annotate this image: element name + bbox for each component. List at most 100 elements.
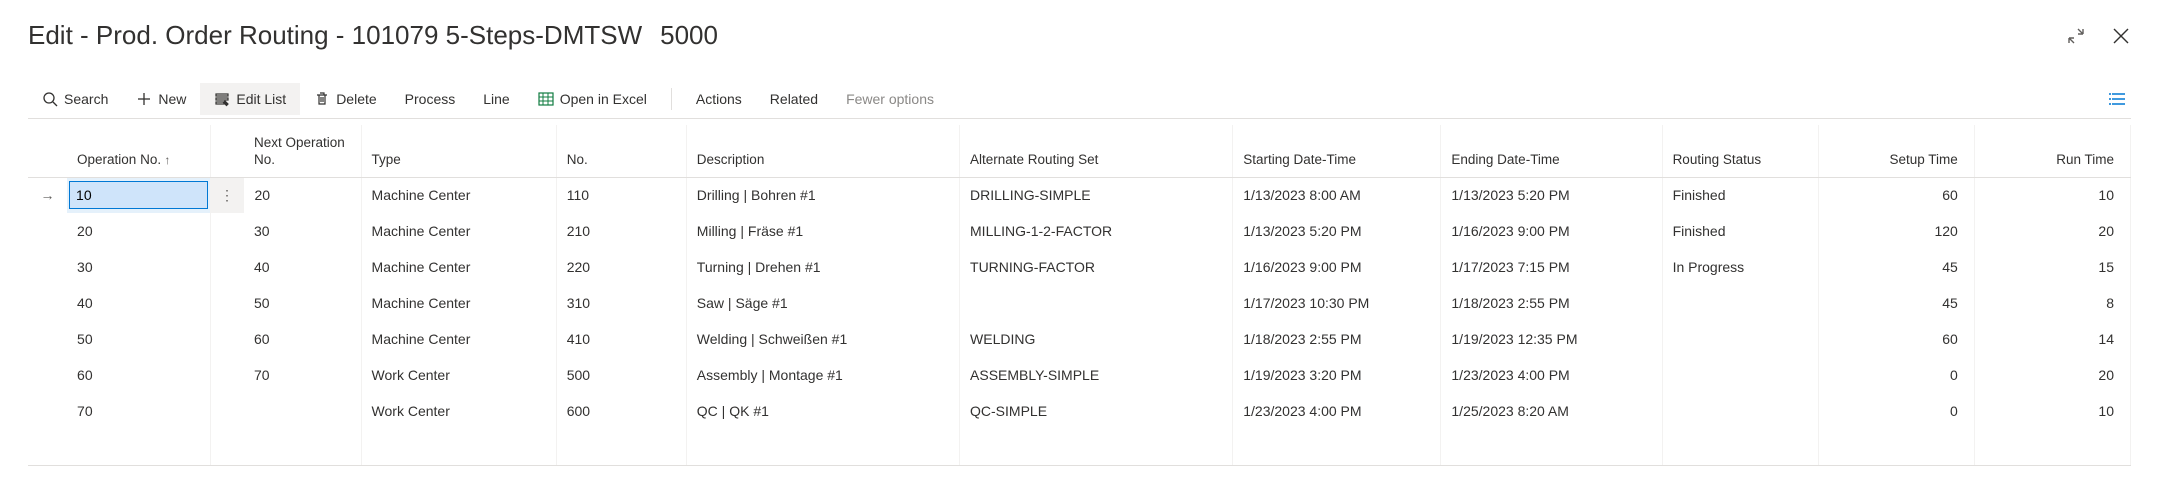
col-setup[interactable]: Setup Time xyxy=(1818,125,1974,177)
cell-run[interactable]: 10 xyxy=(1974,177,2130,213)
cell-description[interactable]: Welding | Schweißen #1 xyxy=(686,321,959,357)
cell-setup[interactable]: 60 xyxy=(1818,177,1974,213)
cell-start[interactable]: 1/18/2023 2:55 PM xyxy=(1233,321,1441,357)
cell-next-op[interactable]: 20 xyxy=(244,177,361,213)
cell-next-op[interactable]: 50 xyxy=(244,285,361,321)
edit-list-button[interactable]: Edit List xyxy=(200,83,300,115)
cell-end[interactable]: 1/13/2023 5:20 PM xyxy=(1441,177,1662,213)
cell-type[interactable]: Machine Center xyxy=(361,177,556,213)
new-button[interactable]: New xyxy=(122,83,200,115)
cell-no[interactable]: 410 xyxy=(556,321,686,357)
table-row[interactable]: 4050Machine Center310Saw | Säge #11/17/2… xyxy=(28,285,2131,321)
cell-alt-routing[interactable]: QC-SIMPLE xyxy=(960,393,1233,429)
cell-no[interactable]: 210 xyxy=(556,213,686,249)
col-status[interactable]: Routing Status xyxy=(1662,125,1818,177)
cell-run[interactable]: 14 xyxy=(1974,321,2130,357)
cell-status[interactable]: Finished xyxy=(1662,213,1818,249)
cell-alt-routing[interactable]: TURNING-FACTOR xyxy=(960,249,1233,285)
cell-status[interactable] xyxy=(1662,285,1818,321)
table-row[interactable]: 70Work Center600QC | QK #1QC-SIMPLE1/23/… xyxy=(28,393,2131,429)
cell-end[interactable]: 1/16/2023 9:00 PM xyxy=(1441,213,1662,249)
col-run[interactable]: Run Time xyxy=(1974,125,2130,177)
fewer-options-button[interactable]: Fewer options xyxy=(832,83,948,115)
cell-no[interactable]: 110 xyxy=(556,177,686,213)
cell-description[interactable]: Turning | Drehen #1 xyxy=(686,249,959,285)
cell-alt-routing[interactable]: WELDING xyxy=(960,321,1233,357)
col-no[interactable]: No. xyxy=(556,125,686,177)
cell-setup[interactable]: 45 xyxy=(1818,249,1974,285)
cell-setup[interactable]: 0 xyxy=(1818,357,1974,393)
cell-type[interactable]: Machine Center xyxy=(361,249,556,285)
cell-operation-no[interactable]: 20 xyxy=(67,213,210,249)
cell-next-op[interactable]: 30 xyxy=(244,213,361,249)
cell-start[interactable]: 1/13/2023 8:00 AM xyxy=(1233,177,1441,213)
cell-type[interactable]: Work Center xyxy=(361,393,556,429)
col-operation-no[interactable]: Operation No. xyxy=(67,125,210,177)
cell-status[interactable] xyxy=(1662,321,1818,357)
collapse-icon[interactable] xyxy=(2067,27,2085,45)
row-menu-button[interactable]: ⋮ xyxy=(210,177,244,213)
table-row[interactable]: 20 30Machine Center210Milling | Fräse #1M… xyxy=(28,213,2131,249)
process-button[interactable]: Process xyxy=(391,83,470,115)
cell-status[interactable] xyxy=(1662,393,1818,429)
cell-start[interactable]: 1/19/2023 3:20 PM xyxy=(1233,357,1441,393)
cell-description[interactable]: Saw | Säge #1 xyxy=(686,285,959,321)
cell-status[interactable] xyxy=(1662,357,1818,393)
row-menu-button[interactable] xyxy=(210,285,244,321)
cell-description[interactable]: Milling | Fräse #1 xyxy=(686,213,959,249)
cell-no[interactable]: 220 xyxy=(556,249,686,285)
cell-alt-routing[interactable]: DRILLING-SIMPLE xyxy=(960,177,1233,213)
cell-start[interactable]: 1/17/2023 10:30 PM xyxy=(1233,285,1441,321)
cell-end[interactable]: 1/23/2023 4:00 PM xyxy=(1441,357,1662,393)
delete-button[interactable]: Delete xyxy=(300,83,390,115)
operation-no-input[interactable] xyxy=(69,181,208,209)
cell-setup[interactable]: 0 xyxy=(1818,393,1974,429)
cell-operation-no[interactable]: 40 xyxy=(67,285,210,321)
cell-description[interactable]: Drilling | Bohren #1 xyxy=(686,177,959,213)
cell-operation-no[interactable]: 30 xyxy=(67,249,210,285)
cell-run[interactable]: 20 xyxy=(1974,357,2130,393)
cell-alt-routing[interactable]: MILLING-1-2-FACTOR xyxy=(960,213,1233,249)
cell-run[interactable]: 8 xyxy=(1974,285,2130,321)
cell-next-op[interactable]: 40 xyxy=(244,249,361,285)
table-row[interactable]: 50 60Machine Center410Welding | Schweißen… xyxy=(28,321,2131,357)
cell-start[interactable]: 1/16/2023 9:00 PM xyxy=(1233,249,1441,285)
cell-operation-no[interactable] xyxy=(67,177,210,213)
row-menu-button[interactable] xyxy=(210,393,244,429)
cell-type[interactable]: Machine Center xyxy=(361,285,556,321)
line-button[interactable]: Line xyxy=(469,83,523,115)
cell-status[interactable]: Finished xyxy=(1662,177,1818,213)
row-menu-button[interactable] xyxy=(210,357,244,393)
cell-end[interactable]: 1/19/2023 12:35 PM xyxy=(1441,321,1662,357)
cell-no[interactable]: 500 xyxy=(556,357,686,393)
row-menu-button[interactable] xyxy=(210,213,244,249)
cell-next-op[interactable]: 60 xyxy=(244,321,361,357)
cell-operation-no[interactable]: 60 xyxy=(67,357,210,393)
cell-run[interactable]: 15 xyxy=(1974,249,2130,285)
cell-type[interactable]: Machine Center xyxy=(361,213,556,249)
search-button[interactable]: Search xyxy=(28,83,122,115)
table-row[interactable]: 30 40Machine Center220Turning | Drehen #1… xyxy=(28,249,2131,285)
list-view-button[interactable] xyxy=(2095,83,2131,115)
cell-start[interactable]: 1/13/2023 5:20 PM xyxy=(1233,213,1441,249)
cell-end[interactable]: 1/17/2023 7:15 PM xyxy=(1441,249,1662,285)
cell-operation-no[interactable]: 50 xyxy=(67,321,210,357)
cell-start[interactable]: 1/23/2023 4:00 PM xyxy=(1233,393,1441,429)
cell-setup[interactable]: 45 xyxy=(1818,285,1974,321)
table-row-empty[interactable] xyxy=(28,429,2131,465)
cell-type[interactable]: Machine Center xyxy=(361,321,556,357)
col-start[interactable]: Starting Date-Time xyxy=(1233,125,1441,177)
cell-operation-no[interactable]: 70 xyxy=(67,393,210,429)
cell-run[interactable]: 20 xyxy=(1974,213,2130,249)
close-icon[interactable] xyxy=(2111,26,2131,46)
cell-setup[interactable]: 120 xyxy=(1818,213,1974,249)
col-alt-routing[interactable]: Alternate Routing Set xyxy=(960,125,1233,177)
table-row[interactable]: →⋮20Machine Center110Drilling | Bohren #… xyxy=(28,177,2131,213)
row-menu-button[interactable] xyxy=(210,321,244,357)
table-row[interactable]: 6070Work Center500Assembly | Montage #1A… xyxy=(28,357,2131,393)
cell-description[interactable]: QC | QK #1 xyxy=(686,393,959,429)
col-description[interactable]: Description xyxy=(686,125,959,177)
row-menu-button[interactable] xyxy=(210,249,244,285)
cell-alt-routing[interactable]: ASSEMBLY-SIMPLE xyxy=(960,357,1233,393)
cell-next-op[interactable]: 70 xyxy=(244,357,361,393)
